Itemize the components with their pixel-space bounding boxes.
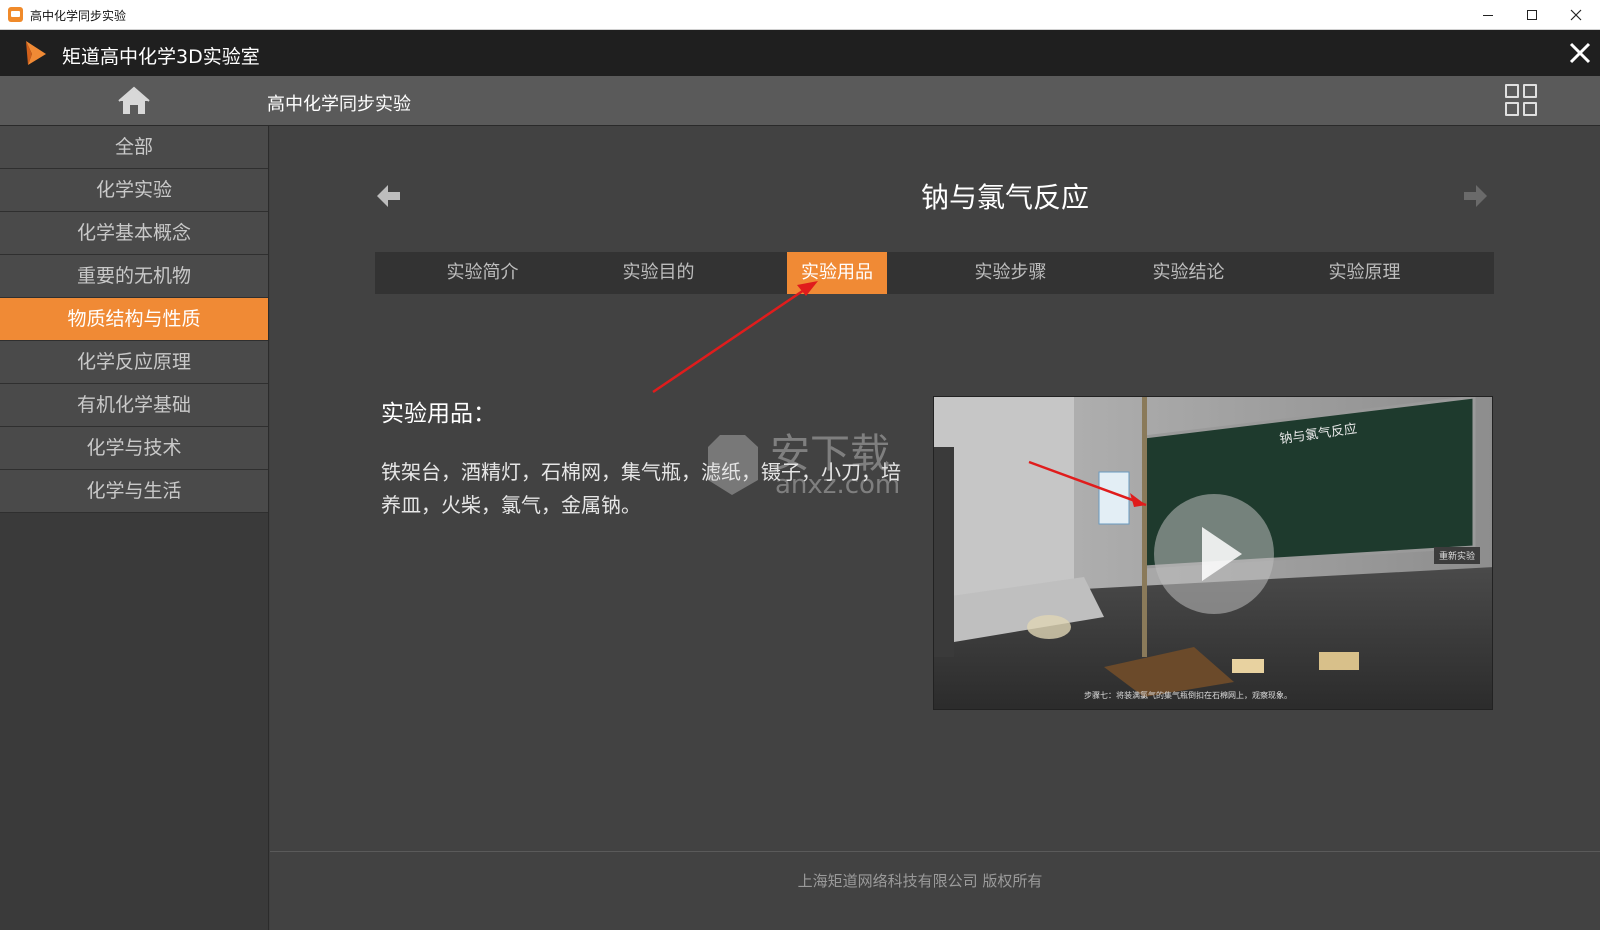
experiment-tabs: 实验简介 实验目的 实验用品 实验步骤 实验结论 实验原理 <box>375 252 1494 294</box>
section-heading: 实验用品： <box>381 401 496 427</box>
brand-logo-icon <box>26 41 46 65</box>
step-caption: 步骤七：将装满氯气的集气瓶倒扣在石棉网上，观察现象。 <box>1084 691 1292 700</box>
grid-icon-cell <box>1523 84 1537 98</box>
sidebar: 全部 化学实验 化学基本概念 重要的无机物 物质结构与性质 化学反应原理 有机化… <box>0 126 269 930</box>
experiment-video-preview[interactable]: 钠与氯气反应 重新实验 步骤七：将装满氯气的集气瓶倒扣在石棉网上，观察现象。 <box>933 396 1493 710</box>
restart-experiment-button[interactable]: 重新实验 <box>1434 547 1481 564</box>
tab-purpose[interactable]: 实验目的 <box>591 252 726 294</box>
window-close-button[interactable] <box>1554 0 1598 30</box>
copyright-footer: 上海矩道网络科技有限公司 版权所有 <box>797 872 1043 890</box>
window-title: 高中化学同步实验 <box>30 9 127 23</box>
sidebar-item-chem-technology[interactable]: 化学与技术 <box>0 427 268 470</box>
minimize-button[interactable] <box>1466 0 1510 30</box>
app-title: 矩道高中化学3D实验室 <box>62 46 260 68</box>
footer-divider <box>270 851 1600 852</box>
home-icon[interactable] <box>118 86 150 116</box>
play-icon[interactable] <box>1154 494 1274 614</box>
tab-introduction[interactable]: 实验简介 <box>415 252 550 294</box>
sidebar-item-reaction-principles[interactable]: 化学反应原理 <box>0 341 268 384</box>
minimize-icon <box>1483 14 1493 16</box>
app-header: 矩道高中化学3D实验室 <box>0 30 1600 76</box>
svg-text:anxz.com: anxz.com <box>775 470 900 500</box>
tab-steps[interactable]: 实验步骤 <box>943 252 1078 294</box>
app-icon <box>8 7 23 22</box>
main-content: 钠与氯气反应 实验简介 实验目的 实验用品 实验步骤 实验结论 实验原理 实验用… <box>270 126 1600 930</box>
previous-arrow-icon[interactable] <box>374 182 402 210</box>
close-icon <box>1570 9 1582 21</box>
watermark-logo: 安下载 anxz.com <box>708 431 900 500</box>
sidebar-item-all[interactable]: 全部 <box>0 126 268 169</box>
experiment-title: 钠与氯气反应 <box>920 181 1089 214</box>
tab-principle[interactable]: 实验原理 <box>1297 252 1432 294</box>
grid-icon-cell <box>1523 102 1537 116</box>
breadcrumb: 高中化学同步实验 <box>267 94 411 115</box>
maximize-button[interactable] <box>1510 0 1554 30</box>
grid-view-button[interactable] <box>1505 84 1537 116</box>
toolbar: 高中化学同步实验 <box>0 76 1600 126</box>
os-titlebar: 高中化学同步实验 <box>0 0 1600 30</box>
sidebar-item-structure-properties[interactable]: 物质结构与性质 <box>0 298 268 341</box>
tab-materials[interactable]: 实验用品 <box>787 252 887 294</box>
grid-icon <box>1505 84 1519 98</box>
sidebar-item-chem-life[interactable]: 化学与生活 <box>0 470 268 513</box>
app-close-button[interactable] <box>1565 38 1595 68</box>
sidebar-item-inorganic[interactable]: 重要的无机物 <box>0 255 268 298</box>
tab-conclusion[interactable]: 实验结论 <box>1121 252 1256 294</box>
maximize-icon <box>1527 10 1537 20</box>
grid-icon-cell <box>1505 102 1519 116</box>
sidebar-item-organic-basics[interactable]: 有机化学基础 <box>0 384 268 427</box>
next-arrow-icon[interactable] <box>1462 182 1490 210</box>
close-icon <box>1569 42 1591 64</box>
sidebar-item-basic-concepts[interactable]: 化学基本概念 <box>0 212 268 255</box>
sidebar-item-chem-experiments[interactable]: 化学实验 <box>0 169 268 212</box>
